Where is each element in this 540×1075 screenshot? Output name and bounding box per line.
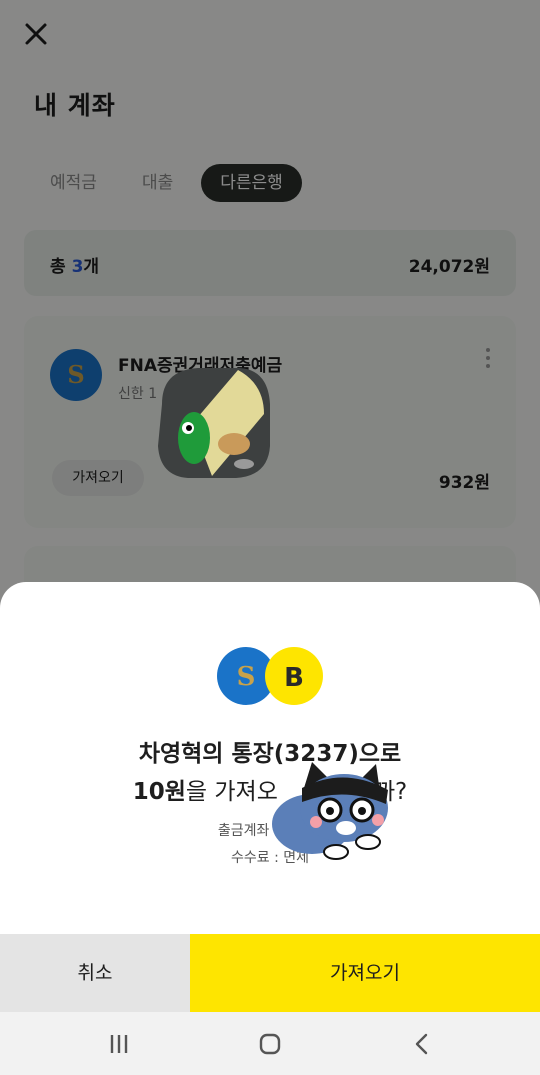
confirm-import-button[interactable]: 가져오기 <box>190 934 540 1012</box>
cat-character-sticker <box>272 762 388 860</box>
back-icon[interactable] <box>410 1032 434 1056</box>
home-icon[interactable] <box>258 1032 282 1056</box>
cancel-button[interactable]: 취소 <box>0 934 190 1012</box>
system-nav-bar <box>0 1012 540 1075</box>
svg-text:B: B <box>284 663 304 693</box>
bank-logos: S B <box>217 647 323 705</box>
recent-apps-icon[interactable] <box>107 1032 131 1056</box>
character-sticker <box>158 368 270 478</box>
svg-text:S: S <box>237 662 256 692</box>
